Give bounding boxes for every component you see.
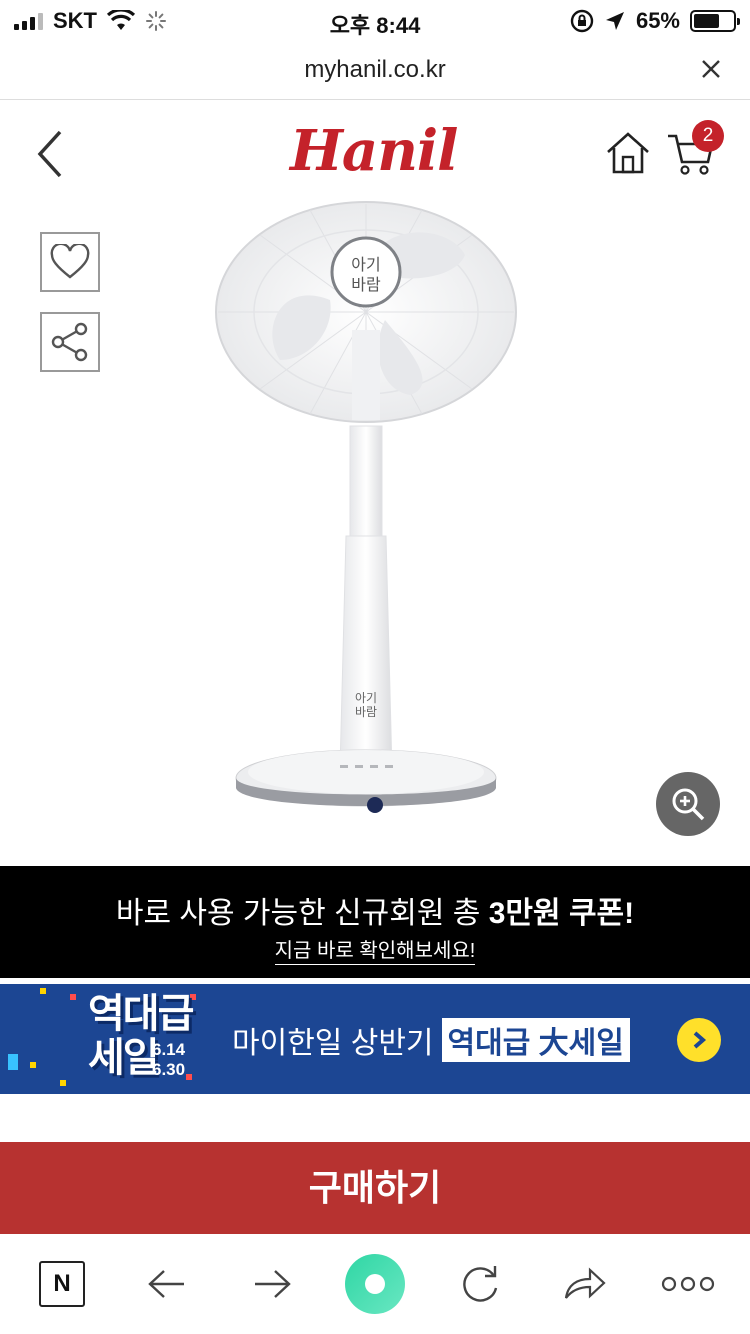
sale-date-start: 6.14: [152, 1040, 186, 1059]
sale-badge-line1: 역대급: [88, 992, 194, 1036]
hanil-logo[interactable]: Hanil: [290, 118, 458, 184]
cart-count-badge: 2: [692, 120, 724, 152]
share-button[interactable]: [40, 312, 100, 372]
promo-headline: 바로 사용 가능한 신규회원 총 3만원 쿠폰!: [0, 888, 750, 932]
wishlist-button[interactable]: [40, 232, 100, 292]
promo-subline-link[interactable]: 지금 바로 확인해보세요!: [274, 940, 476, 965]
browser-forward-button[interactable]: [242, 1256, 302, 1312]
confetti: [30, 1062, 36, 1068]
naver-n-icon: N: [39, 1261, 85, 1307]
naver-home-button[interactable]: N: [32, 1256, 92, 1312]
status-bar: SKT 오후 8:44 65%: [0, 0, 750, 40]
battery-icon: [690, 10, 740, 32]
sale-text: 마이한일 상반기 역대급 大세일: [232, 1018, 630, 1062]
confetti: [70, 994, 76, 1000]
zoom-button[interactable]: [656, 772, 720, 836]
fan-badge-text-bottom: 바람: [351, 275, 381, 294]
battery-percent: 65%: [635, 8, 680, 33]
close-icon[interactable]: [698, 56, 724, 82]
svg-text:아기: 아기: [355, 691, 377, 705]
more-button[interactable]: [658, 1256, 718, 1312]
refresh-icon: [463, 1266, 498, 1302]
promo-subline: 지금 바로 확인해보세요!: [0, 934, 750, 965]
rotation-lock-icon: [570, 9, 594, 33]
confetti: [8, 1054, 18, 1070]
promo-headline-highlight: 3만원 쿠폰!: [488, 897, 635, 930]
coupon-promo-banner[interactable]: 바로 사용 가능한 신규회원 총 3만원 쿠폰! 지금 바로 확인해보세요!: [0, 866, 750, 978]
image-pager-dot[interactable]: [367, 797, 383, 813]
sale-text-label: 마이한일 상반기: [232, 1027, 434, 1060]
green-dot-icon: [345, 1254, 405, 1314]
arrow-left-icon: [148, 1270, 184, 1298]
sale-banner[interactable]: 역대급 세일 6.14 6.30 마이한일 상반기 역대급 大세일: [0, 984, 750, 1094]
zoom-in-icon: [672, 788, 705, 821]
promo-headline-text: 바로 사용 가능한 신규회원 총: [115, 897, 481, 930]
heart-icon: [50, 244, 90, 279]
site-header: Hanil 2: [0, 100, 750, 210]
more-icon: [661, 1276, 715, 1292]
sale-arrow-button[interactable]: [677, 1018, 721, 1062]
sale-date-end: 6.30: [152, 1060, 186, 1079]
home-icon[interactable]: [605, 130, 651, 176]
share-icon: [51, 322, 88, 362]
buy-button[interactable]: 구매하기: [0, 1142, 750, 1234]
confetti: [40, 988, 46, 994]
share-forward-button[interactable]: [555, 1256, 615, 1312]
green-dot-button[interactable]: [345, 1254, 405, 1314]
svg-text:바람: 바람: [355, 705, 377, 719]
url-text[interactable]: myhanil.co.kr: [0, 56, 750, 84]
product-image-fan[interactable]: 아기 바람 아기 바람: [200, 200, 530, 820]
refresh-button[interactable]: [450, 1256, 510, 1312]
browser-toolbar: N: [0, 1234, 750, 1334]
back-icon[interactable]: [30, 126, 70, 182]
chevron-right-icon: [693, 1031, 707, 1049]
sale-dates: 6.14 6.30: [152, 1040, 185, 1080]
fan-badge-text-top: 아기: [351, 255, 380, 274]
sale-text-highlight: 역대급 大세일: [441, 1018, 630, 1062]
browser-back-button[interactable]: [137, 1256, 197, 1312]
share-forward-icon: [564, 1267, 606, 1299]
confetti: [60, 1080, 66, 1086]
arrow-right-icon: [255, 1270, 291, 1298]
url-bar: myhanil.co.kr: [0, 40, 750, 100]
location-icon: [605, 12, 624, 30]
